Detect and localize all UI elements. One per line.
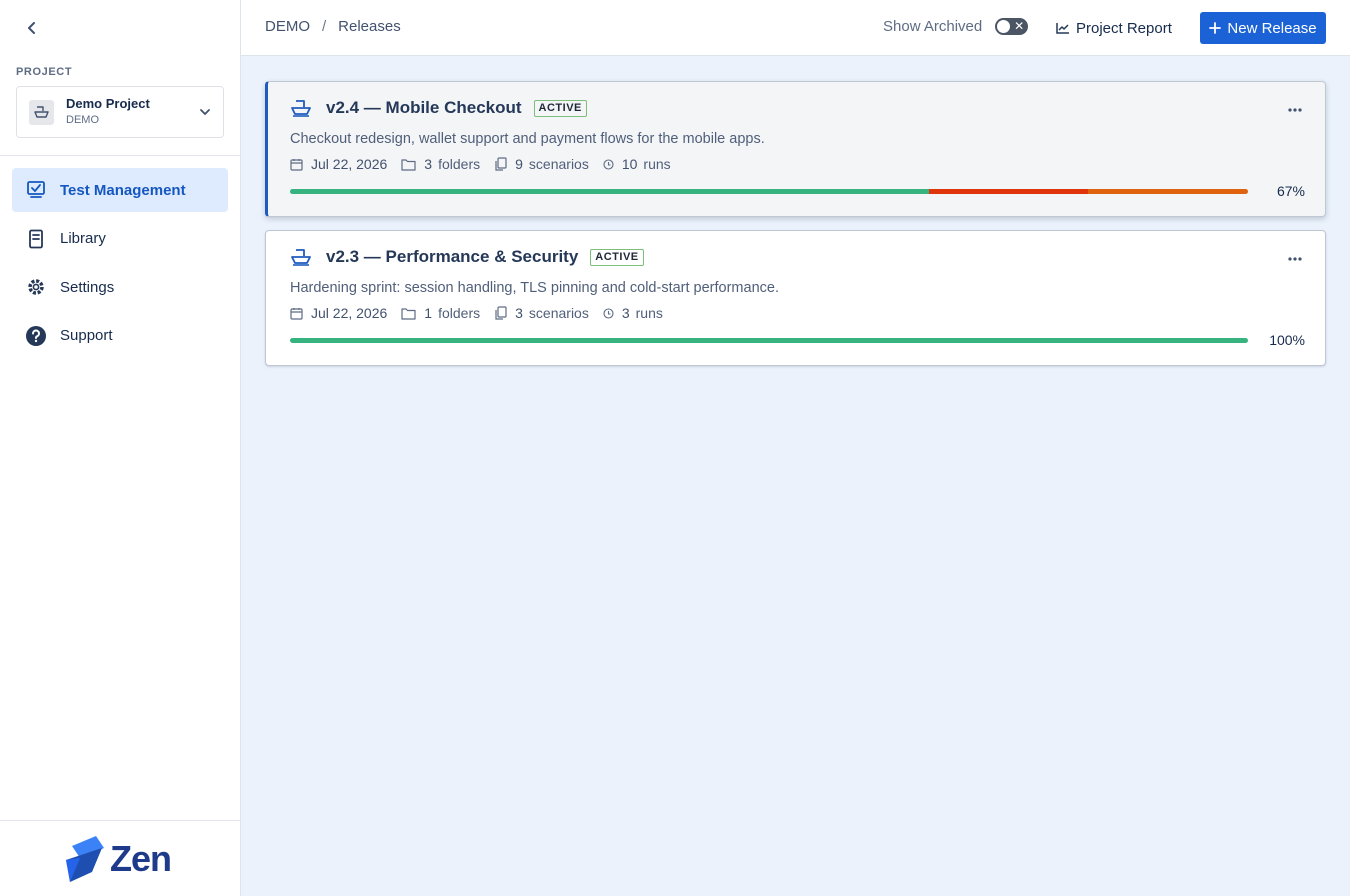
sidebar-item-support[interactable]: Support <box>12 314 228 358</box>
more-horizontal-icon <box>1288 108 1302 112</box>
release-card[interactable]: v2.3 — Performance & Security ACTIVE Har… <box>265 230 1326 366</box>
sidebar: PROJECT Demo Project DEMO Test Managemen… <box>0 0 241 896</box>
ship-icon <box>290 98 312 118</box>
sidebar-footer-divider <box>0 820 240 821</box>
ship-icon <box>34 106 49 118</box>
sidebar-item-label: Settings <box>60 278 115 296</box>
scenarios-label: scenarios <box>528 156 589 172</box>
sidebar-item-label: Library <box>60 230 106 247</box>
sidebar-item-library[interactable]: Library <box>12 217 228 261</box>
release-scenarios: 9 scenarios <box>494 156 589 172</box>
calendar-icon <box>290 307 303 320</box>
release-progress-bar <box>290 338 1248 343</box>
scenarios-count: 3 <box>515 305 523 321</box>
project-avatar <box>29 99 54 125</box>
help-icon <box>24 324 48 348</box>
sidebar-divider <box>0 155 240 156</box>
sidebar-item-test-management[interactable]: Test Management <box>12 168 228 212</box>
folders-label: folders <box>438 305 481 321</box>
breadcrumb-separator: / <box>322 18 327 35</box>
project-key: DEMO <box>66 114 99 126</box>
release-runs: 3 runs <box>603 305 663 321</box>
release-folders: 1 folders <box>401 305 480 321</box>
scenarios-count: 9 <box>515 156 523 172</box>
folder-icon <box>401 158 416 171</box>
show-archived-label: Show Archived <box>883 18 983 35</box>
copy-icon <box>495 157 507 171</box>
breadcrumb-project[interactable]: DEMO <box>265 18 310 35</box>
logo-text: Zen <box>110 838 172 879</box>
show-archived-toggle[interactable]: ✕ <box>995 18 1029 35</box>
plus-icon <box>1209 22 1222 34</box>
release-title[interactable]: v2.3 — Performance & Security <box>326 247 578 267</box>
status-badge: ACTIVE <box>533 99 587 117</box>
sidebar-item-settings[interactable]: Settings <box>12 265 228 309</box>
new-release-button[interactable]: New Release <box>1200 12 1326 44</box>
clock-icon <box>603 307 614 319</box>
progress-percent: 100% <box>1269 332 1305 348</box>
library-icon <box>24 227 48 251</box>
more-horizontal-icon <box>1288 257 1302 261</box>
project-name: Demo Project <box>66 96 150 111</box>
release-description: Checkout redesign, wallet support and pa… <box>290 131 765 147</box>
release-folders: 3 folders <box>401 156 480 172</box>
release-progress-bar <box>290 189 1248 194</box>
show-archived-control: Show Archived ✕ <box>883 18 1029 35</box>
progress-segment-failed <box>928 189 1088 194</box>
scenarios-label: scenarios <box>528 305 589 321</box>
progress-segment-passed <box>290 338 1248 343</box>
chart-line-icon <box>1056 23 1069 34</box>
breadcrumb-current: Releases <box>338 18 401 35</box>
release-date: Jul 22, 2026 <box>290 156 387 172</box>
folders-label: folders <box>438 156 481 172</box>
progress-percent: 67% <box>1276 183 1305 199</box>
release-meta: Jul 22, 2026 1 folders 3 scenarios 3 run… <box>290 305 677 321</box>
runs-label: runs <box>635 305 663 321</box>
progress-segment-passed <box>290 189 929 194</box>
project-report-label: Project Report <box>1076 19 1172 37</box>
clock-icon <box>603 158 614 170</box>
project-report-button[interactable]: Project Report <box>1056 16 1172 40</box>
close-icon: ✕ <box>1014 19 1025 33</box>
collapse-sidebar-button[interactable] <box>22 18 42 38</box>
more-actions-button[interactable] <box>1283 100 1307 120</box>
new-release-label: New Release <box>1227 19 1317 37</box>
runs-label: runs <box>643 156 671 172</box>
zen-logo: Zen <box>62 832 172 886</box>
sidebar-item-label: Test Management <box>60 181 186 199</box>
release-title[interactable]: v2.4 — Mobile Checkout <box>326 98 522 118</box>
folder-icon <box>401 307 416 320</box>
release-date-text: Jul 22, 2026 <box>311 305 388 321</box>
folders-count: 1 <box>424 305 433 321</box>
more-actions-button[interactable] <box>1283 249 1307 269</box>
release-meta: Jul 22, 2026 3 folders 9 scenarios 10 ru… <box>290 156 685 172</box>
project-selector[interactable]: Demo Project DEMO <box>16 86 224 138</box>
folders-count: 3 <box>424 156 433 172</box>
release-runs: 10 runs <box>603 156 671 172</box>
project-label: PROJECT <box>16 66 73 78</box>
zen-logo-mark-icon <box>66 836 104 882</box>
progress-segment-blocked <box>1088 189 1248 194</box>
top-bar: DEMO / Releases Show Archived ✕ Project … <box>241 0 1350 56</box>
gear-icon <box>24 275 48 299</box>
copy-icon <box>495 306 507 320</box>
test-management-icon <box>24 178 48 202</box>
release-card[interactable]: v2.4 — Mobile Checkout ACTIVE Checkout r… <box>265 81 1326 217</box>
chevron-left-icon <box>28 22 35 34</box>
ship-icon <box>290 247 312 267</box>
runs-count: 10 <box>621 156 638 172</box>
status-badge: ACTIVE <box>590 248 644 266</box>
breadcrumb: DEMO / Releases <box>265 18 401 35</box>
release-date: Jul 22, 2026 <box>290 305 387 321</box>
release-scenarios: 3 scenarios <box>494 305 589 321</box>
chevron-down-icon <box>200 109 210 116</box>
release-date-text: Jul 22, 2026 <box>311 156 388 172</box>
toggle-knob <box>997 20 1011 33</box>
calendar-icon <box>290 158 303 171</box>
release-description: Hardening sprint: session handling, TLS … <box>290 280 779 296</box>
sidebar-nav: Test Management Library Settings Support <box>12 168 228 362</box>
sidebar-item-label: Support <box>60 327 113 344</box>
runs-count: 3 <box>621 305 630 321</box>
